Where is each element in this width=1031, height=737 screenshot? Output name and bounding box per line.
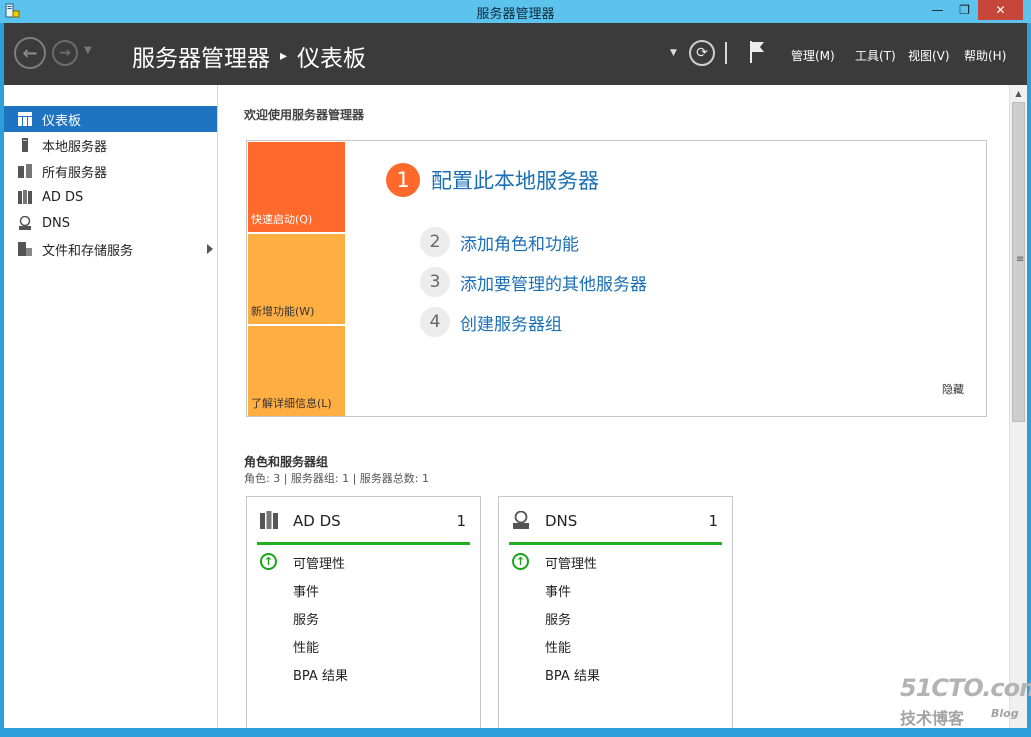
card-row-services[interactable]: 服务	[545, 609, 571, 628]
card-row-performance[interactable]: 性能	[545, 637, 571, 656]
watermark-blog: Blog	[991, 707, 1019, 720]
window-titlebar: 服务器管理器 — ❐ ✕	[0, 0, 1031, 23]
header-divider	[725, 42, 727, 64]
expand-arrow-icon[interactable]	[207, 244, 213, 254]
role-card-header[interactable]: DNS 1	[509, 509, 722, 545]
sidebar-item-all-servers[interactable]: 所有服务器	[4, 158, 217, 184]
breadcrumb-root[interactable]: 服务器管理器	[132, 39, 270, 73]
card-row-performance[interactable]: 性能	[293, 637, 319, 656]
menu-manage[interactable]: 管理(M)	[791, 47, 835, 64]
ad-ds-icon	[18, 190, 32, 204]
sidebar-item-dns[interactable]: DNS	[4, 210, 217, 236]
step-link[interactable]: 创建服务器组	[460, 310, 562, 335]
local-server-icon	[18, 138, 32, 152]
role-card-ad-ds[interactable]: AD DS 1 ↑ 可管理性 事件 服务 性能 BPA 结果	[246, 496, 481, 736]
dashboard-content: 欢迎使用服务器管理器 快速启动(Q) 新增功能(W) 了解详细信息(L) 1 配…	[219, 85, 1008, 736]
step-link[interactable]: 配置此本地服务器	[431, 165, 599, 195]
vertical-scrollbar[interactable]: ▲ ≡	[1009, 85, 1027, 728]
main-area: 仪表板 本地服务器 所有服务器 AD DS DNS 文件和存储服务 欢迎使用服务…	[4, 85, 1027, 736]
card-row-manageability[interactable]: 可管理性	[545, 553, 597, 572]
minimize-button[interactable]: —	[924, 0, 951, 20]
card-row-manageability[interactable]: 可管理性	[293, 553, 345, 572]
role-name: DNS	[545, 512, 578, 530]
refresh-icon[interactable]: ⟳	[689, 40, 715, 66]
watermark: 51CTO.com 技术博客 Blog	[896, 672, 1031, 732]
status-ok-icon: ↑	[512, 553, 529, 570]
sidebar: 仪表板 本地服务器 所有服务器 AD DS DNS 文件和存储服务	[4, 85, 218, 728]
step-add-other-servers[interactable]: 3 添加要管理的其他服务器	[420, 267, 647, 297]
all-servers-icon	[18, 164, 32, 178]
role-name: AD DS	[293, 512, 341, 530]
close-button[interactable]: ✕	[978, 0, 1023, 20]
role-card-dns[interactable]: DNS 1 ↑ 可管理性 事件 服务 性能 BPA 结果	[498, 496, 733, 736]
dns-icon	[513, 511, 529, 529]
sidebar-item-label: 本地服务器	[42, 139, 108, 155]
tile-learn-more-label: 了解详细信息(L)	[251, 397, 332, 410]
tile-quick-start[interactable]: 快速启动(Q)	[248, 142, 345, 232]
menu-view[interactable]: 视图(V)	[908, 47, 950, 64]
window-bottom-border	[0, 728, 1031, 737]
menu-tools[interactable]: 工具(T)	[855, 47, 896, 64]
watermark-main: 51CTO.com	[900, 674, 1031, 702]
tile-learn-more[interactable]: 了解详细信息(L)	[248, 326, 345, 416]
maximize-button[interactable]: ❐	[951, 0, 978, 20]
scrollbar-grip-icon: ≡	[1016, 254, 1025, 265]
back-arrow-icon[interactable]: ←	[14, 37, 46, 69]
card-row-events[interactable]: 事件	[545, 581, 571, 600]
step-number-badge: 3	[420, 267, 450, 297]
file-storage-icon	[18, 242, 32, 256]
watermark-sub: 技术博客	[900, 709, 965, 728]
step-add-roles-features[interactable]: 2 添加角色和功能	[420, 227, 579, 257]
card-row-events[interactable]: 事件	[293, 581, 319, 600]
welcome-title: 欢迎使用服务器管理器	[244, 108, 365, 122]
sidebar-item-label: 所有服务器	[42, 165, 108, 181]
step-create-server-group[interactable]: 4 创建服务器组	[420, 307, 562, 337]
step-number-badge: 1	[386, 163, 420, 197]
tile-quick-start-label: 快速启动(Q)	[251, 213, 313, 226]
breadcrumb: 服务器管理器 ▸ 仪表板	[132, 39, 366, 73]
breadcrumb-current: 仪表板	[297, 46, 367, 72]
step-link[interactable]: 添加角色和功能	[460, 230, 579, 255]
menu-help[interactable]: 帮助(H)	[964, 47, 1006, 64]
card-row-services[interactable]: 服务	[293, 609, 319, 628]
sidebar-item-label: 仪表板	[42, 113, 82, 129]
roles-summary: 角色: 3 | 服务器组: 1 | 服务器总数: 1	[244, 472, 430, 485]
quick-start-panel: 快速启动(Q) 新增功能(W) 了解详细信息(L) 1 配置此本地服务器 2 添…	[246, 140, 987, 417]
card-row-bpa-results[interactable]: BPA 结果	[545, 665, 600, 684]
dns-icon	[18, 216, 32, 230]
sidebar-item-label: AD DS	[42, 189, 84, 205]
breadcrumb-separator: ▸	[280, 48, 288, 64]
sidebar-item-label: 文件和存储服务	[42, 243, 134, 259]
step-number-badge: 4	[420, 307, 450, 337]
window-title: 服务器管理器	[476, 7, 555, 22]
status-ok-icon: ↑	[260, 553, 277, 570]
sidebar-item-dashboard[interactable]: 仪表板	[4, 106, 217, 132]
forward-arrow-icon[interactable]: →	[52, 40, 78, 66]
header-bar: ← → ▼ 服务器管理器 ▸ 仪表板 ▼ ⟳ 管理(M) 工具(T) 视图(V)…	[4, 23, 1027, 85]
step-configure-local-server[interactable]: 1 配置此本地服务器	[386, 163, 599, 197]
history-dropdown-icon[interactable]: ▼	[84, 45, 92, 56]
sidebar-item-file-storage[interactable]: 文件和存储服务	[4, 236, 217, 262]
role-card-header[interactable]: AD DS 1	[257, 509, 470, 545]
tile-whats-new[interactable]: 新增功能(W)	[248, 234, 345, 324]
refresh-dropdown-icon[interactable]: ▼	[670, 48, 677, 58]
sidebar-item-label: DNS	[42, 215, 70, 231]
hide-welcome-link[interactable]: 隐藏	[942, 381, 964, 397]
dashboard-icon	[18, 112, 32, 126]
role-count: 1	[708, 512, 718, 530]
ad-ds-icon	[260, 511, 278, 529]
scroll-up-arrow-icon[interactable]: ▲	[1010, 85, 1027, 101]
card-row-bpa-results[interactable]: BPA 结果	[293, 665, 348, 684]
sidebar-item-ad-ds[interactable]: AD DS	[4, 184, 217, 210]
notifications-flag-icon[interactable]	[748, 40, 766, 64]
sidebar-item-local-server[interactable]: 本地服务器	[4, 132, 217, 158]
roles-section-title: 角色和服务器组	[244, 455, 329, 469]
scrollbar-thumb[interactable]: ≡	[1012, 102, 1025, 422]
step-number-badge: 2	[420, 227, 450, 257]
role-count: 1	[456, 512, 466, 530]
tile-whats-new-label: 新增功能(W)	[251, 305, 315, 318]
step-link[interactable]: 添加要管理的其他服务器	[460, 270, 647, 295]
